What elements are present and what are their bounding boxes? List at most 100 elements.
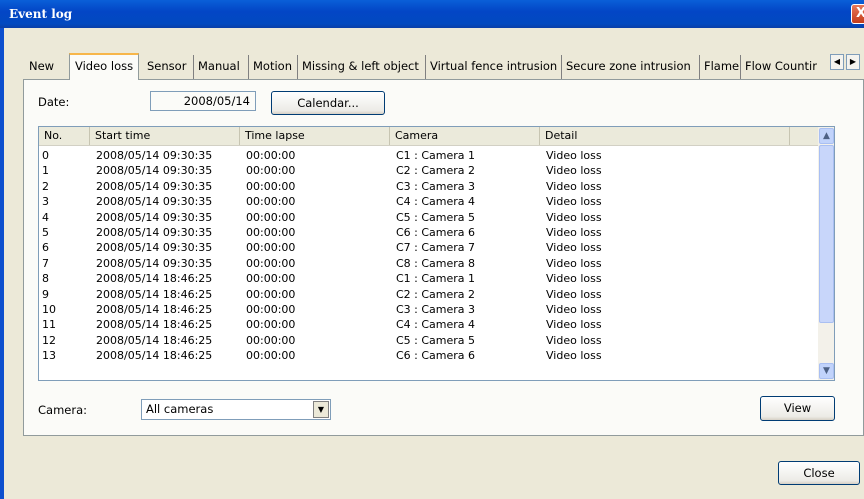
cell-no: 4 <box>42 210 49 224</box>
tab-scroll-left-icon[interactable]: ◀ <box>830 54 844 70</box>
cell-no: 8 <box>42 272 49 286</box>
cell-start-time: 2008/05/14 18:46:25 <box>96 272 213 286</box>
tab-scroll-right-icon[interactable]: ▶ <box>846 54 860 70</box>
cell-camera: C4 : Camera 4 <box>396 195 476 209</box>
cell-detail: Video loss <box>546 195 602 209</box>
cell-start-time: 2008/05/14 18:46:25 <box>96 303 213 316</box>
cell-detail: Video loss <box>546 179 602 193</box>
cell-no: 7 <box>42 256 49 270</box>
cell-no: 10 <box>42 303 56 316</box>
tab-flame[interactable]: Flame <box>699 55 739 79</box>
cell-detail: Video loss <box>546 272 602 286</box>
window-frame-left <box>0 28 4 499</box>
window-title: Event log <box>9 7 73 21</box>
event-list[interactable]: No. Start time Time lapse Camera Detail … <box>38 126 835 381</box>
cell-time-lapse: 00:00:00 <box>246 226 296 239</box>
cell-time-lapse: 00:00:00 <box>246 349 296 363</box>
close-button[interactable]: Close <box>778 461 860 485</box>
cell-camera: C8 : Camera 8 <box>396 256 476 270</box>
cell-camera: C2 : Camera 2 <box>396 164 476 178</box>
scroll-thumb[interactable] <box>819 145 834 323</box>
cell-start-time: 2008/05/14 18:46:25 <box>96 318 213 332</box>
table-row[interactable]: 3 2008/05/14 09:30:35 00:00:00 C4 : Camera … <box>39 194 818 209</box>
table-row[interactable]: 5 2008/05/14 09:30:35 00:00:00 C6 : Camera … <box>39 225 818 240</box>
cell-time-lapse: 00:00:00 <box>246 333 296 347</box>
table-row[interactable]: 0 2008/05/14 09:30:35 00:00:00 C1 : Camera … <box>39 148 818 163</box>
cell-detail: Video loss <box>546 333 602 347</box>
cell-start-time: 2008/05/14 09:30:35 <box>96 210 213 224</box>
column-header-no[interactable]: No. <box>39 127 90 145</box>
tab-sensor[interactable]: Sensor <box>147 55 186 79</box>
tab-virtual-fence-intrusion[interactable]: Virtual fence intrusion <box>425 55 557 79</box>
cell-detail: Video loss <box>546 241 602 255</box>
camera-select[interactable]: All cameras ▼ <box>141 399 331 420</box>
cell-time-lapse: 00:00:00 <box>246 303 296 316</box>
column-header-time-lapse[interactable]: Time lapse <box>240 127 390 145</box>
tab-motion[interactable]: Motion <box>248 55 292 79</box>
column-header-start-time[interactable]: Start time <box>90 127 240 145</box>
cell-no: 5 <box>42 226 49 239</box>
cell-start-time: 2008/05/14 18:46:25 <box>96 349 213 363</box>
cell-start-time: 2008/05/14 09:30:35 <box>96 179 213 193</box>
cell-camera: C6 : Camera 6 <box>396 349 476 363</box>
cell-start-time: 2008/05/14 18:46:25 <box>96 287 213 301</box>
cell-camera: C7 : Camera 7 <box>396 241 476 255</box>
cell-no: 11 <box>42 318 56 332</box>
cell-no: 2 <box>42 179 49 193</box>
date-field[interactable]: 2008/05/14 <box>150 91 256 111</box>
scroll-up-icon[interactable]: ▲ <box>819 128 834 144</box>
list-header: No. Start time Time lapse Camera Detail <box>39 127 818 146</box>
tab-secure-zone-intrusion[interactable]: Secure zone intrusion <box>561 55 691 79</box>
cell-detail: Video loss <box>546 226 602 239</box>
cell-time-lapse: 00:00:00 <box>246 210 296 224</box>
window-close-icon[interactable]: X <box>851 4 864 24</box>
cell-detail: Video loss <box>546 349 602 363</box>
table-row[interactable]: 8 2008/05/14 18:46:25 00:00:00 C1 : Camera … <box>39 271 818 286</box>
table-row[interactable]: 6 2008/05/14 09:30:35 00:00:00 C7 : Camera … <box>39 240 818 255</box>
cell-detail: Video loss <box>546 256 602 270</box>
table-row[interactable]: 9 2008/05/14 18:46:25 00:00:00 C2 : Camera … <box>39 287 818 302</box>
cell-detail: Video loss <box>546 318 602 332</box>
cell-start-time: 2008/05/14 09:30:35 <box>96 256 213 270</box>
table-row[interactable]: 11 2008/05/14 18:46:25 00:00:00 C4 : Camera… <box>39 317 818 332</box>
cell-time-lapse: 00:00:00 <box>246 149 296 162</box>
tab-new[interactable]: New <box>29 55 54 79</box>
title-bar[interactable]: Event log X <box>0 0 864 28</box>
cell-detail: Video loss <box>546 210 602 224</box>
cell-detail: Video loss <box>546 287 602 301</box>
table-row[interactable]: 10 2008/05/14 18:46:25 00:00:00 C3 : Camera… <box>39 302 818 317</box>
column-header-detail[interactable]: Detail <box>540 127 790 145</box>
table-row[interactable]: 2 2008/05/14 09:30:35 00:00:00 C3 : Camera … <box>39 179 818 194</box>
cell-camera: C5 : Camera 5 <box>396 210 476 224</box>
table-row[interactable]: 12 2008/05/14 18:46:25 00:00:00 C5 : Camera… <box>39 333 818 348</box>
cell-no: 3 <box>42 195 49 209</box>
cell-start-time: 2008/05/14 09:30:35 <box>96 164 213 178</box>
cell-camera: C2 : Camera 2 <box>396 287 476 301</box>
chevron-down-icon[interactable]: ▼ <box>313 401 329 418</box>
cell-time-lapse: 00:00:00 <box>246 272 296 286</box>
cell-camera: C1 : Camera 1 <box>396 149 476 162</box>
table-row[interactable]: 1 2008/05/14 09:30:35 00:00:00 C2 : Camera … <box>39 163 818 178</box>
table-row[interactable]: 13 2008/05/14 18:46:25 00:00:00 C6 : Camera… <box>39 348 818 363</box>
cell-no: 1 <box>42 164 49 178</box>
tab-flow-counting[interactable]: Flow Countir <box>740 55 820 79</box>
cell-detail: Video loss <box>546 303 602 316</box>
table-row[interactable]: 4 2008/05/14 09:30:35 00:00:00 C5 : Camera … <box>39 210 818 225</box>
scroll-down-icon[interactable]: ▼ <box>819 363 834 379</box>
cell-time-lapse: 00:00:00 <box>246 256 296 270</box>
cell-time-lapse: 00:00:00 <box>246 318 296 332</box>
cell-time-lapse: 00:00:00 <box>246 195 296 209</box>
cell-no: 13 <box>42 349 56 363</box>
tab-manual[interactable]: Manual <box>193 55 240 79</box>
camera-label: Camera: <box>38 403 88 417</box>
column-header-camera[interactable]: Camera <box>390 127 540 145</box>
tab-video-loss[interactable]: Video loss <box>69 53 140 80</box>
list-vertical-scrollbar[interactable]: ▲ ▼ <box>818 127 834 380</box>
cell-time-lapse: 00:00:00 <box>246 164 296 178</box>
cell-camera: C4 : Camera 4 <box>396 318 476 332</box>
cell-time-lapse: 00:00:00 <box>246 241 296 255</box>
calendar-button[interactable]: Calendar... <box>271 91 385 115</box>
table-row[interactable]: 7 2008/05/14 09:30:35 00:00:00 C8 : Camera … <box>39 256 818 271</box>
tab-missing-left-object[interactable]: Missing & left object <box>297 55 419 79</box>
view-button[interactable]: View <box>760 396 835 421</box>
